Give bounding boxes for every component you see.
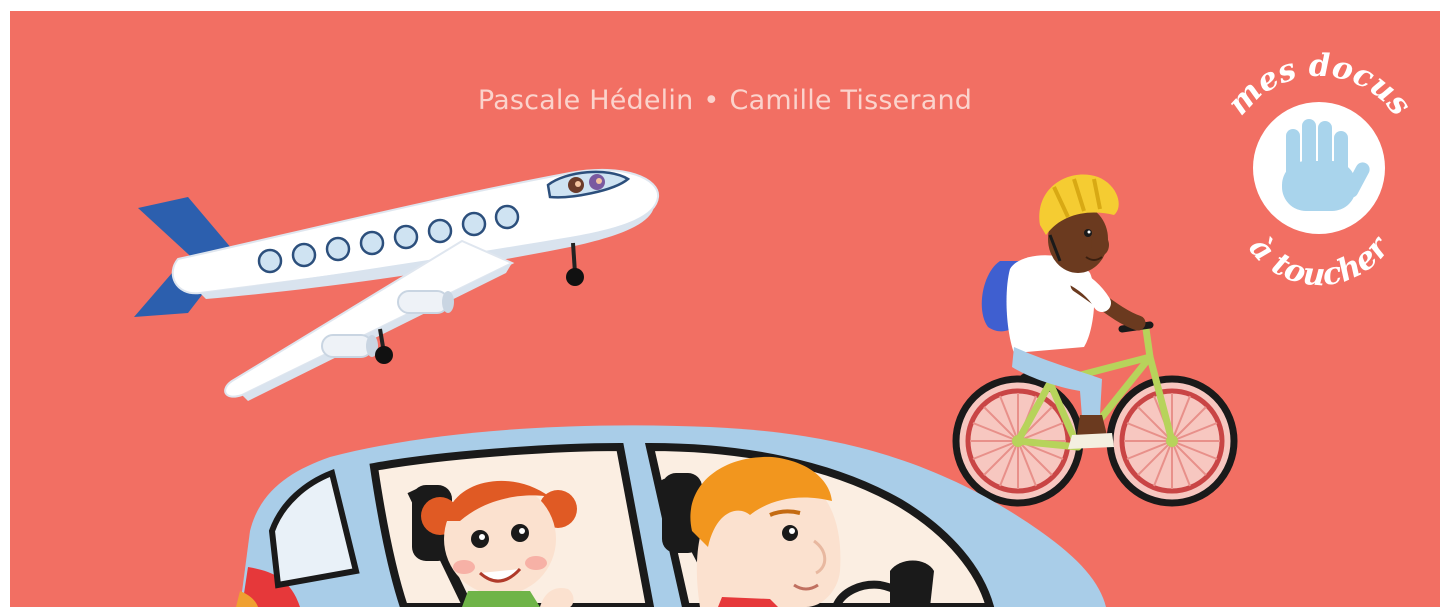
cover-illustration: mes docus à toucher xyxy=(134,48,1419,607)
badge-bottom-text: à toucher xyxy=(1242,228,1398,293)
bicycle-rider-illustration xyxy=(952,174,1238,507)
collection-badge: mes docus à toucher xyxy=(1221,48,1419,294)
book-cover: Pascale Hédelin • Camille Tisserand mes … xyxy=(10,11,1440,607)
airplane-illustration xyxy=(134,168,660,401)
